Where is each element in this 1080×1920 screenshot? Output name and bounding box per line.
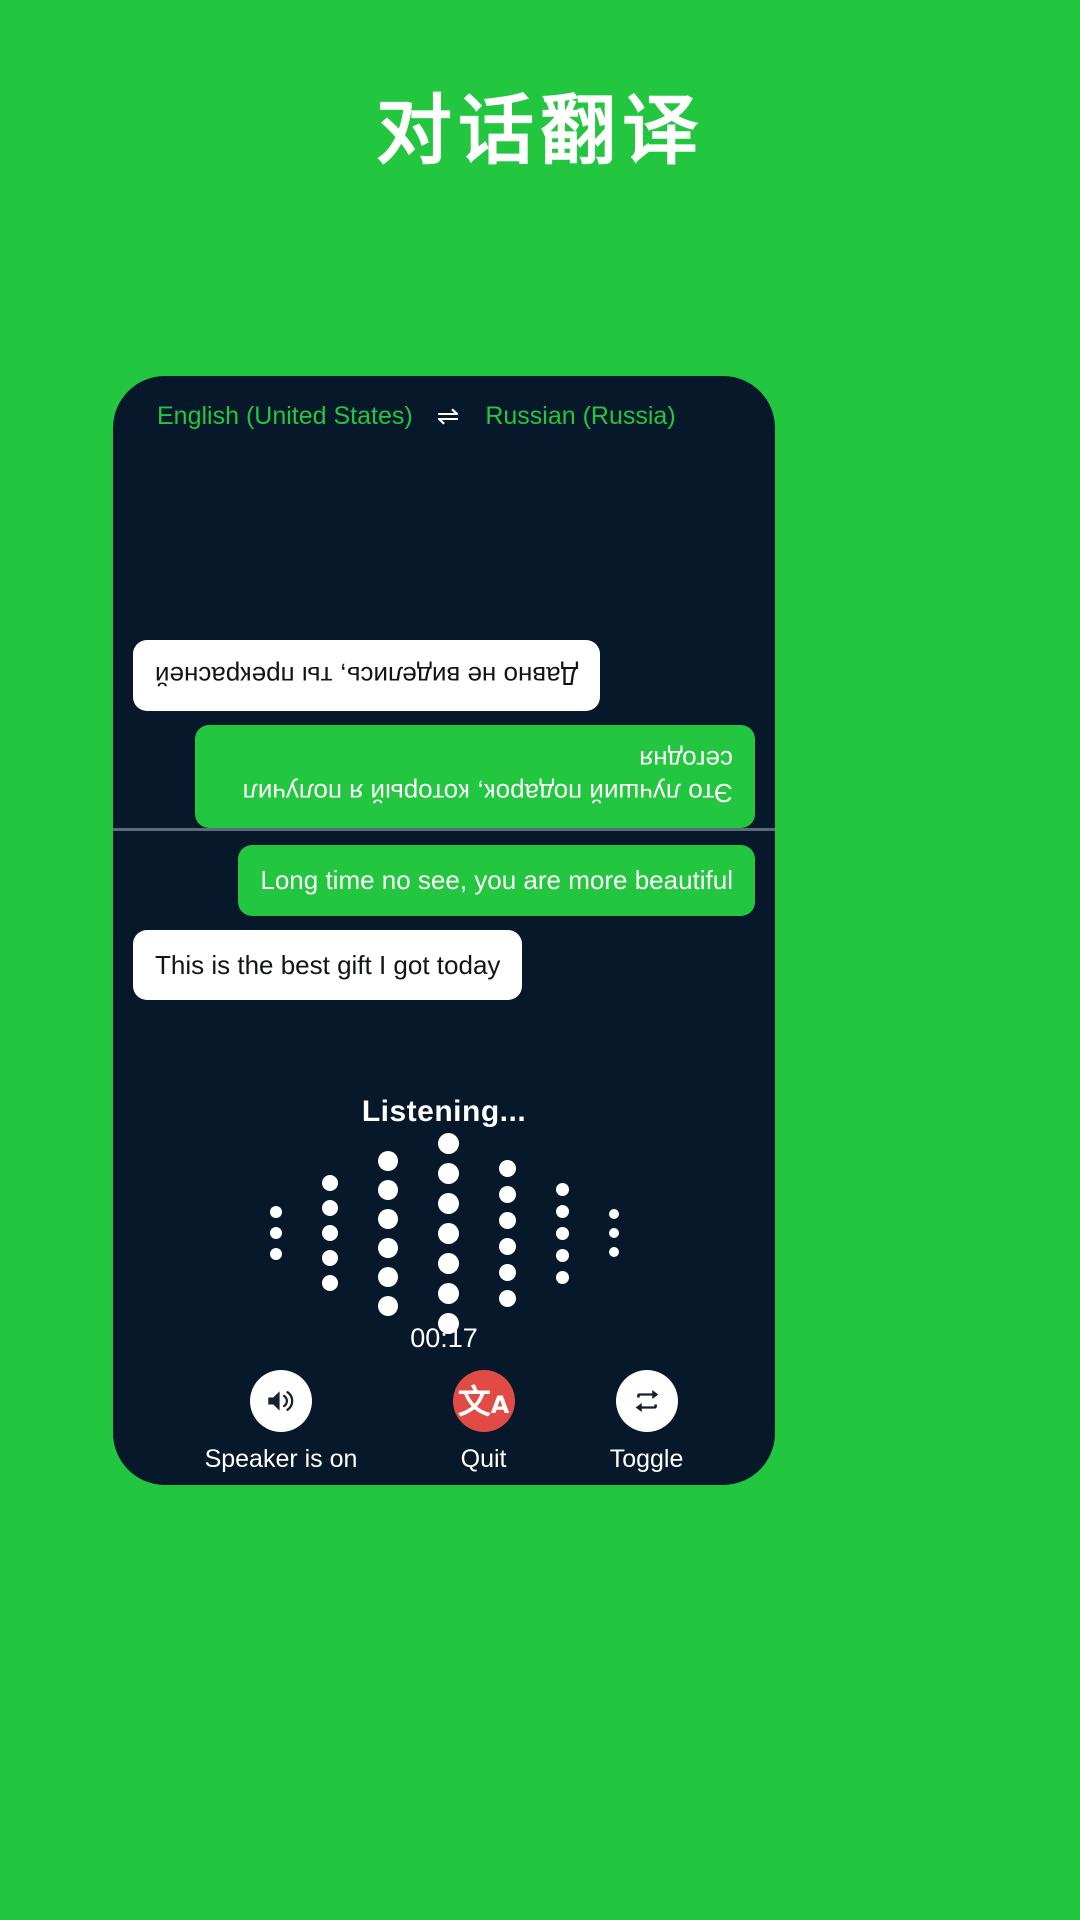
quit-button-circle: 文A — [452, 1370, 515, 1432]
message-row: Long time no see, you are more beautiful — [133, 845, 755, 916]
toggle-button[interactable]: Toggle — [609, 1370, 684, 1474]
speaker-button-circle — [250, 1370, 312, 1432]
waveform-dot — [555, 1248, 569, 1262]
waveform-dot — [377, 1208, 398, 1229]
conversation-pane: Long time no see, you are more beautiful… — [113, 831, 775, 1053]
message-row: This is the best gift I got today — [133, 929, 755, 1000]
waveform-dot — [377, 1237, 398, 1258]
listening-area: Listening... 00:17 — [113, 1053, 775, 1354]
waveform-dot — [377, 1179, 398, 1200]
waveform-dot — [437, 1282, 459, 1304]
recording-timer: 00:17 — [410, 1323, 478, 1353]
waveform-dot — [498, 1263, 516, 1281]
waveform-dot — [269, 1206, 282, 1218]
waveform-dot — [498, 1289, 516, 1307]
message-bubble[interactable]: Long time no see, you are more beautiful — [238, 845, 755, 916]
waveform-column — [437, 1132, 459, 1334]
page-title: 对话翻译 — [376, 89, 704, 174]
toggle-button-label: Toggle — [609, 1445, 684, 1473]
waveform-dot — [437, 1132, 459, 1154]
conversation-pane-rotated: Это лучший подарок, который я получил се… — [113, 456, 775, 828]
language-bar: English (United States) ⇌ Russian (Russi… — [113, 376, 775, 456]
message-row: Давно не виделись, ты прекрасней — [133, 640, 755, 711]
waveform-dot — [437, 1162, 459, 1184]
waveform-column — [321, 1175, 338, 1291]
control-bar: Speaker is on 文A Quit Toggle — [113, 1354, 775, 1485]
waveform-dot — [321, 1225, 338, 1241]
waveform-column — [608, 1209, 619, 1257]
waveform-dot — [321, 1250, 338, 1266]
swap-languages-icon[interactable]: ⇌ — [437, 402, 460, 430]
waveform-dot — [321, 1275, 338, 1291]
waveform-dot — [608, 1209, 619, 1219]
waveform-dot — [498, 1237, 516, 1255]
translate-icon: 文A — [457, 1381, 510, 1421]
message-bubble[interactable]: Давно не виделись, ты прекрасней — [133, 640, 601, 711]
speaker-on-icon — [268, 1391, 294, 1411]
waveform-dot — [321, 1200, 338, 1216]
quit-button-label: Quit — [460, 1445, 507, 1473]
waveform-dot — [498, 1159, 516, 1177]
waveform-column — [555, 1182, 569, 1284]
message-bubble[interactable]: This is the best gift I got today — [133, 929, 523, 1000]
waveform-dot — [608, 1228, 619, 1238]
speaker-button-label: Speaker is on — [204, 1445, 358, 1473]
audio-waveform — [269, 1132, 619, 1334]
waveform-dot — [555, 1270, 569, 1284]
source-language-label[interactable]: English (United States) — [157, 402, 413, 431]
waveform-dot — [437, 1192, 459, 1214]
listening-status: Listening... — [361, 1095, 527, 1128]
quit-button[interactable]: 文A Quit — [452, 1370, 515, 1474]
waveform-column — [269, 1206, 282, 1260]
waveform-dot — [377, 1266, 398, 1287]
waveform-dot — [377, 1295, 398, 1316]
waveform-dot — [555, 1182, 569, 1196]
target-language-label[interactable]: Russian (Russia) — [485, 402, 675, 431]
waveform-dot — [269, 1248, 282, 1260]
speaker-button[interactable]: Speaker is on — [204, 1370, 358, 1474]
waveform-dot — [555, 1204, 569, 1218]
translation-card: English (United States) ⇌ Russian (Russi… — [113, 376, 775, 1485]
repeat-icon — [635, 1389, 658, 1413]
waveform-dot — [321, 1175, 338, 1191]
waveform-dot — [437, 1222, 459, 1244]
waveform-dot — [377, 1150, 398, 1171]
waveform-dot — [498, 1211, 516, 1229]
waveform-dot — [608, 1247, 619, 1257]
waveform-dot — [498, 1185, 516, 1203]
message-row: Это лучший подарок, который я получил се… — [133, 725, 755, 828]
waveform-dot — [437, 1252, 459, 1274]
waveform-column — [377, 1150, 398, 1316]
waveform-dot — [555, 1226, 569, 1240]
waveform-dot — [269, 1227, 282, 1239]
waveform-column — [498, 1159, 516, 1307]
toggle-button-circle — [615, 1370, 678, 1432]
message-bubble[interactable]: Это лучший подарок, который я получил се… — [195, 725, 755, 828]
